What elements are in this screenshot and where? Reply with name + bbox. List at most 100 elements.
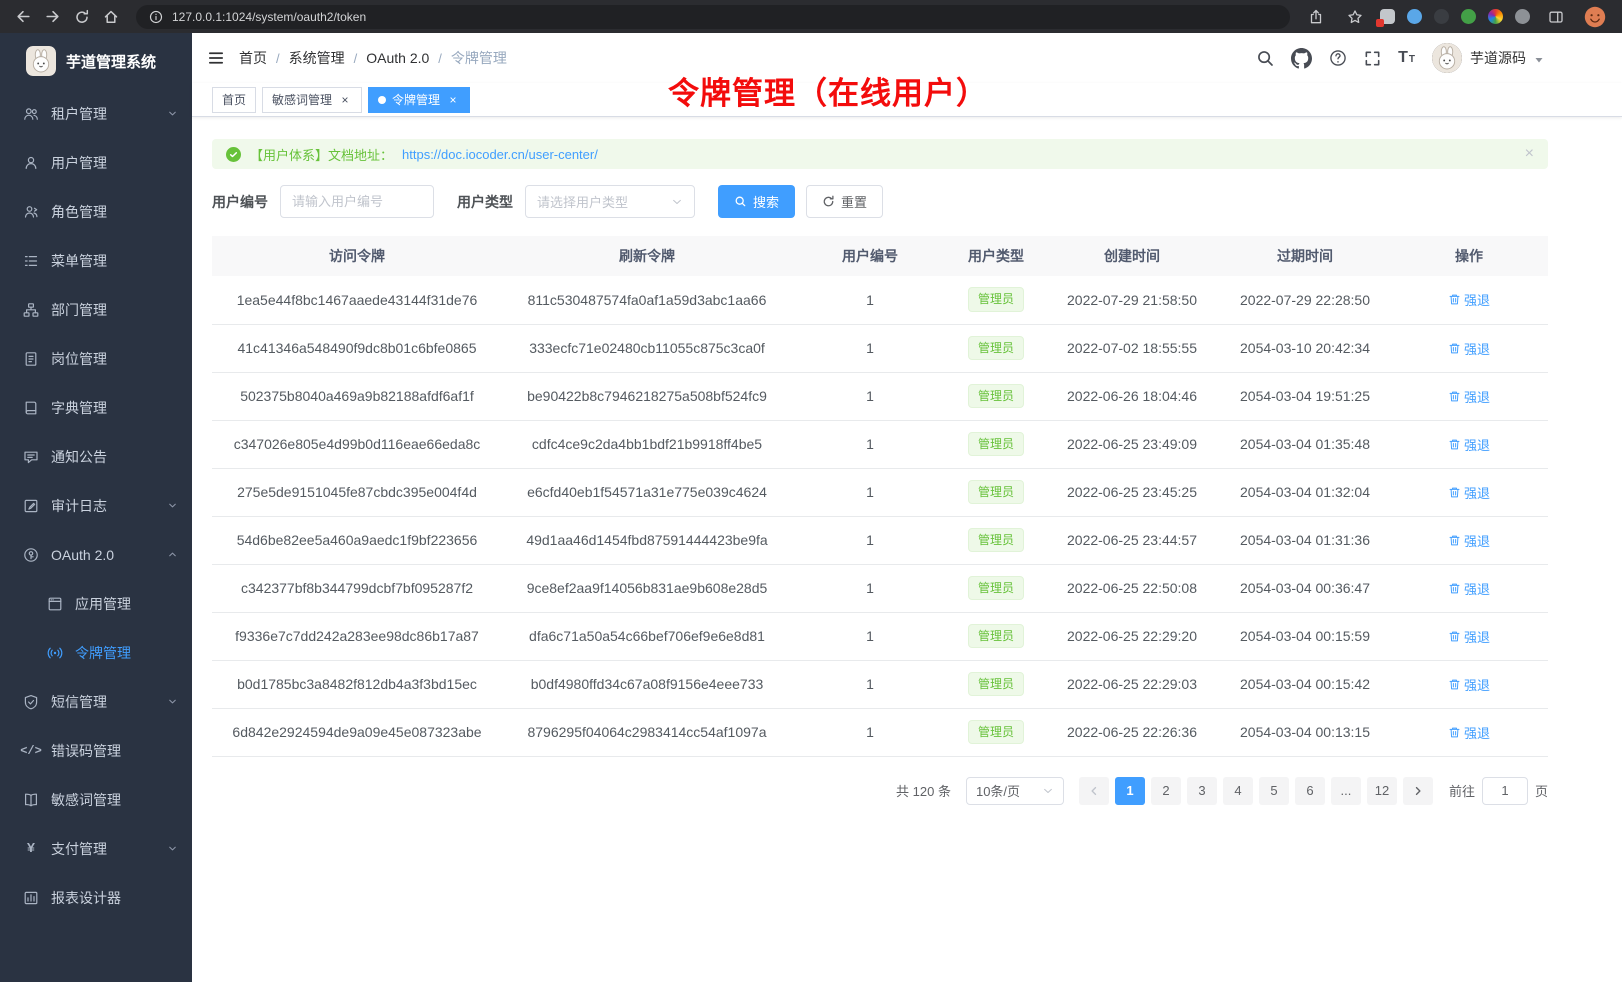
bookmark-star-icon[interactable]	[1341, 3, 1368, 30]
force-logout-button[interactable]: 强退	[1448, 723, 1490, 742]
alert-doc-link[interactable]: https://doc.iocoder.cn/user-center/	[402, 147, 598, 162]
sidebar-item-label: 岗位管理	[51, 349, 107, 369]
sidebar-item-sensitive[interactable]: 敏感词管理	[0, 775, 192, 824]
force-logout-button[interactable]: 强退	[1448, 531, 1490, 550]
address-bar[interactable]: 127.0.0.1:1024/system/oauth2/token	[136, 5, 1290, 29]
pagination-page-button-3[interactable]: 3	[1187, 777, 1217, 805]
alert-close-icon[interactable]: ×	[1525, 146, 1534, 162]
pagination-pages: 123456...12	[1115, 777, 1397, 805]
browser-profile-avatar[interactable]	[1581, 3, 1608, 30]
pagination-more-button[interactable]: ...	[1331, 777, 1361, 805]
user-menu[interactable]: 芋道源码	[1432, 43, 1544, 73]
sidebar-item-report[interactable]: 报表设计器	[0, 873, 192, 922]
fullscreen-icon[interactable]	[1364, 50, 1381, 67]
sidebar-item-label: 审计日志	[51, 496, 107, 516]
tab-item-2[interactable]: 令牌管理 ×	[368, 87, 470, 113]
pagination-page-button-2[interactable]: 2	[1151, 777, 1181, 805]
user-type-select[interactable]: 请选择用户类型	[525, 185, 695, 218]
search-icon[interactable]	[1256, 49, 1274, 67]
force-logout-button[interactable]: 强退	[1448, 579, 1490, 598]
extension-icon-2[interactable]	[1407, 9, 1422, 24]
user-type-tag: 管理员	[968, 287, 1024, 312]
pagination-page-button-4[interactable]: 4	[1223, 777, 1253, 805]
sidebar-item-menu[interactable]: 菜单管理	[0, 236, 192, 285]
extension-icon-5[interactable]	[1488, 9, 1503, 24]
tab-item-0[interactable]: 首页	[212, 87, 256, 113]
breadcrumb-item[interactable]: OAuth 2.0	[366, 50, 429, 66]
split-screen-icon[interactable]	[1542, 3, 1569, 30]
user-type-tag: 管理员	[968, 384, 1024, 409]
github-icon[interactable]	[1291, 48, 1312, 69]
sidebar-item-dict[interactable]: 字典管理	[0, 383, 192, 432]
table-row: 54d6be82ee5a460a9aedc1f9bf22365649d1aa46…	[212, 516, 1548, 564]
app-logo[interactable]: 芋道管理系统	[0, 33, 192, 89]
pagination-next-button[interactable]	[1403, 777, 1433, 805]
tab-close-icon[interactable]: ×	[338, 93, 352, 107]
force-logout-button[interactable]: 强退	[1448, 483, 1490, 502]
extensions-puzzle-icon[interactable]	[1515, 9, 1530, 24]
sidebar-item-notice[interactable]: 通知公告	[0, 432, 192, 481]
force-logout-button[interactable]: 强退	[1448, 339, 1490, 358]
sidebar: 芋道管理系统 租户管理用户管理角色管理菜单管理部门管理岗位管理字典管理通知公告审…	[0, 33, 192, 982]
pagination-page-button-12[interactable]: 12	[1367, 777, 1397, 805]
browser-back-button[interactable]	[10, 3, 37, 30]
breadcrumb-item[interactable]: 首页	[239, 48, 267, 68]
alert-text: 【用户体系】文档地址：	[250, 145, 393, 164]
sidebar-item-log[interactable]: 审计日志	[0, 481, 192, 530]
goto-page-input[interactable]	[1482, 777, 1528, 805]
breadcrumb-item[interactable]: 系统管理	[289, 48, 345, 68]
extension-icon-3[interactable]	[1434, 9, 1449, 24]
extension-icon-4[interactable]	[1461, 9, 1476, 24]
sidebar-item-errcode[interactable]: </>错误码管理	[0, 726, 192, 775]
doc-alert: 【用户体系】文档地址： https://doc.iocoder.cn/user-…	[212, 139, 1548, 169]
site-info-icon[interactable]	[149, 10, 163, 24]
force-logout-label: 强退	[1464, 387, 1490, 406]
sidebar-item-sms[interactable]: 短信管理	[0, 677, 192, 726]
pay-icon: ¥	[22, 841, 40, 857]
browser-reload-button[interactable]	[68, 3, 95, 30]
pagination-page-button-1[interactable]: 1	[1115, 777, 1145, 805]
sidebar-item-oauth[interactable]: OAuth 2.0	[0, 530, 192, 579]
share-icon[interactable]	[1302, 3, 1329, 30]
search-button-label: 搜索	[753, 192, 779, 211]
page-size-select[interactable]: 10条/页	[966, 777, 1064, 805]
force-logout-button[interactable]: 强退	[1448, 627, 1490, 646]
refresh-token-cell: dfa6c71a50a54c66bef706ef9e6e8d81	[502, 612, 792, 660]
chevron-down-icon	[167, 108, 178, 119]
table-body: 1ea5e44f8bc1467aaede43144f31de76811c5304…	[212, 276, 1548, 756]
sidebar-item-app[interactable]: 应用管理	[0, 579, 192, 628]
sidebar-item-token[interactable]: 令牌管理	[0, 628, 192, 677]
created-time-cell: 2022-06-25 22:29:20	[1044, 612, 1220, 660]
font-size-icon[interactable]: TT	[1398, 50, 1415, 66]
tab-label: 令牌管理	[392, 91, 440, 108]
pagination-prev-button[interactable]	[1079, 777, 1109, 805]
user-id-input[interactable]	[280, 185, 434, 218]
force-logout-button[interactable]: 强退	[1448, 387, 1490, 406]
reset-button[interactable]: 重置	[806, 185, 883, 218]
user-icon	[22, 155, 40, 171]
pagination-page-button-5[interactable]: 5	[1259, 777, 1289, 805]
breadcrumb-item[interactable]: 令牌管理	[451, 48, 507, 68]
sidebar-item-role[interactable]: 角色管理	[0, 187, 192, 236]
tab-close-icon[interactable]: ×	[446, 93, 460, 107]
force-logout-button[interactable]: 强退	[1448, 290, 1490, 309]
browser-home-button[interactable]	[97, 3, 124, 30]
pagination-page-button-6[interactable]: 6	[1295, 777, 1325, 805]
logo-image	[26, 46, 56, 76]
tab-item-1[interactable]: 敏感词管理×	[262, 87, 362, 113]
force-logout-button[interactable]: 强退	[1448, 435, 1490, 454]
sidebar-item-tenant[interactable]: 租户管理	[0, 89, 192, 138]
hamburger-icon[interactable]	[207, 49, 225, 67]
browser-forward-button[interactable]	[39, 3, 66, 30]
help-icon[interactable]	[1329, 49, 1347, 67]
expire-time-cell: 2022-07-29 22:28:50	[1220, 276, 1390, 324]
force-logout-button[interactable]: 强退	[1448, 675, 1490, 694]
user-type-cell: 管理员	[948, 564, 1044, 612]
sidebar-item-pay[interactable]: ¥支付管理	[0, 824, 192, 873]
search-button[interactable]: 搜索	[718, 185, 795, 218]
sidebar-item-post[interactable]: 岗位管理	[0, 334, 192, 383]
sidebar-item-user[interactable]: 用户管理	[0, 138, 192, 187]
chevron-down-icon	[167, 500, 178, 511]
sidebar-item-dept[interactable]: 部门管理	[0, 285, 192, 334]
extension-icon-1[interactable]	[1380, 9, 1395, 24]
